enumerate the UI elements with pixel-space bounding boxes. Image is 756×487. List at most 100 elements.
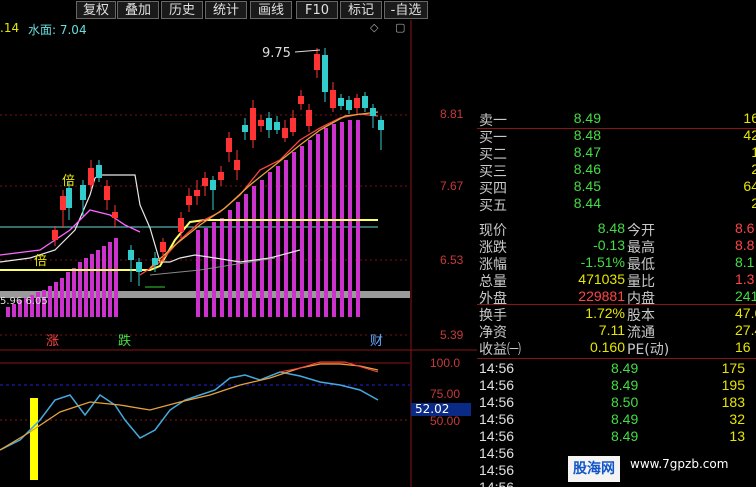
candle-body	[346, 100, 352, 110]
histogram-bar	[260, 180, 264, 317]
tick-price: 8.49	[611, 377, 639, 393]
tick-row: 14:56 8.49 175	[477, 360, 756, 377]
tick-volume: 32	[729, 411, 745, 427]
window-toggle-icon[interactable]: ▢	[395, 21, 405, 34]
order-price: 8.46	[573, 161, 601, 177]
histogram-bar	[54, 282, 58, 317]
order-price: 8.45	[573, 178, 601, 194]
ind-label-75: 75.00	[430, 387, 461, 401]
tick-row: 14:56 8.49 195	[477, 377, 756, 394]
order-book-row: 买一 8.48 42	[477, 127, 756, 146]
tick-price: 8.50	[611, 394, 639, 410]
candle-body	[194, 190, 200, 196]
stat-row: 收益㈠ 0.160 PE(动) 16	[477, 339, 756, 358]
tick-price: 8.49	[611, 411, 639, 427]
candle-body	[136, 262, 142, 272]
candle-body	[298, 96, 304, 104]
stat-value: -1.51%	[580, 254, 625, 270]
f10-button[interactable]: F10	[296, 1, 338, 19]
quote-panel: 卖一 8.49 16 买一 8.48 42 买二 8.47 1 买三 8.46 2 买四 8.45 64 买五…	[477, 108, 756, 487]
candle-body	[314, 54, 320, 70]
histogram-bar	[284, 160, 288, 317]
stat-row: 净资7.11流通27.4	[477, 322, 756, 341]
candle-body	[210, 180, 216, 190]
order-level-name: 买五	[479, 198, 507, 214]
tick-time: 14:56	[479, 394, 515, 410]
order-volume: 16	[743, 110, 756, 126]
candle-body	[242, 125, 248, 132]
histogram-bar	[252, 186, 256, 317]
high-arrow	[294, 49, 321, 53]
order-book-row: 买三 8.46 2	[477, 161, 756, 180]
signal-bar	[30, 398, 38, 480]
histogram-bar	[300, 146, 304, 317]
overlay-button[interactable]: 叠加	[117, 1, 159, 19]
candle-body	[88, 168, 94, 185]
candle-body	[338, 98, 344, 106]
stat-value: 7.11	[598, 322, 625, 338]
history-button[interactable]: 历史	[161, 1, 203, 19]
candle-body	[80, 185, 86, 200]
stat-value: -0.13	[593, 237, 625, 253]
order-volume: 2	[751, 161, 756, 177]
order-volume: 1	[751, 144, 756, 160]
high-price-annotation: 9.75	[262, 46, 291, 61]
histogram-bar	[316, 134, 320, 317]
fuquan-button[interactable]: 复权	[76, 1, 116, 19]
histogram-bar	[204, 228, 208, 317]
tick-row: 14:56 8.50 183	[477, 394, 756, 411]
ma-text: 5.96 6.05	[0, 296, 48, 307]
draw-line-button[interactable]: 画线	[250, 1, 292, 19]
stat-label: PE(动)	[627, 342, 670, 358]
statistics-button[interactable]: 统计	[205, 1, 247, 19]
stat-value: 47.6	[735, 305, 756, 321]
stat-value: 471035	[578, 271, 625, 287]
candle-body	[152, 258, 158, 265]
candle-body	[362, 96, 368, 108]
stat-value: 8.48	[597, 220, 625, 236]
tick-price: 8.49	[611, 428, 639, 444]
candle-body	[178, 218, 184, 232]
candle-body	[378, 120, 384, 130]
tick-row: 14:56 8.49 32	[477, 411, 756, 428]
candle-body	[354, 98, 360, 108]
histogram-bar	[114, 238, 118, 317]
tick-volume: 183	[721, 394, 745, 410]
candle-body	[306, 110, 312, 126]
candle-body	[234, 160, 240, 170]
histogram-bar	[276, 166, 280, 317]
stat-row: 外盘229881内盘24119	[477, 288, 756, 307]
histogram-bar	[72, 268, 76, 317]
finance-mark: 财	[370, 334, 384, 349]
histogram-bar	[324, 128, 328, 317]
tick-time: 14:56	[479, 411, 515, 427]
candle-body	[96, 165, 102, 178]
ind-label-100: 100.0	[430, 356, 461, 370]
diamond-icon[interactable]: ◇	[370, 21, 378, 34]
histogram-bar	[220, 218, 224, 317]
stat-row: 换手1.72%股本47.6	[477, 305, 756, 324]
histogram-bar	[196, 230, 200, 317]
order-volume: 64	[743, 178, 756, 194]
prev-value-fragment: .14	[0, 21, 20, 35]
histogram-bar	[96, 250, 100, 317]
order-book-row: 买二 8.47 1	[477, 144, 756, 163]
tick-time: 14:56	[479, 377, 515, 393]
self-select-button[interactable]: -自选	[384, 1, 428, 19]
stat-value: 0.160	[589, 339, 625, 355]
histogram-bar	[90, 254, 94, 317]
stat-value: 24119	[735, 288, 756, 304]
tick-row: 14:56 8.49 13	[477, 428, 756, 445]
tick-volume: 13	[729, 428, 745, 444]
stat-value: 1.72%	[585, 305, 625, 321]
candle-body	[322, 55, 328, 92]
candle-body	[128, 250, 134, 260]
watermark-url: www.7gpzb.com	[630, 457, 729, 471]
candle-body	[52, 230, 58, 240]
candle-body	[258, 120, 264, 126]
histogram-bar	[48, 286, 52, 317]
histogram-bar	[66, 272, 70, 317]
histogram-bar	[228, 210, 232, 317]
indicator-blue	[0, 371, 379, 451]
mark-button[interactable]: 标记	[340, 1, 382, 19]
